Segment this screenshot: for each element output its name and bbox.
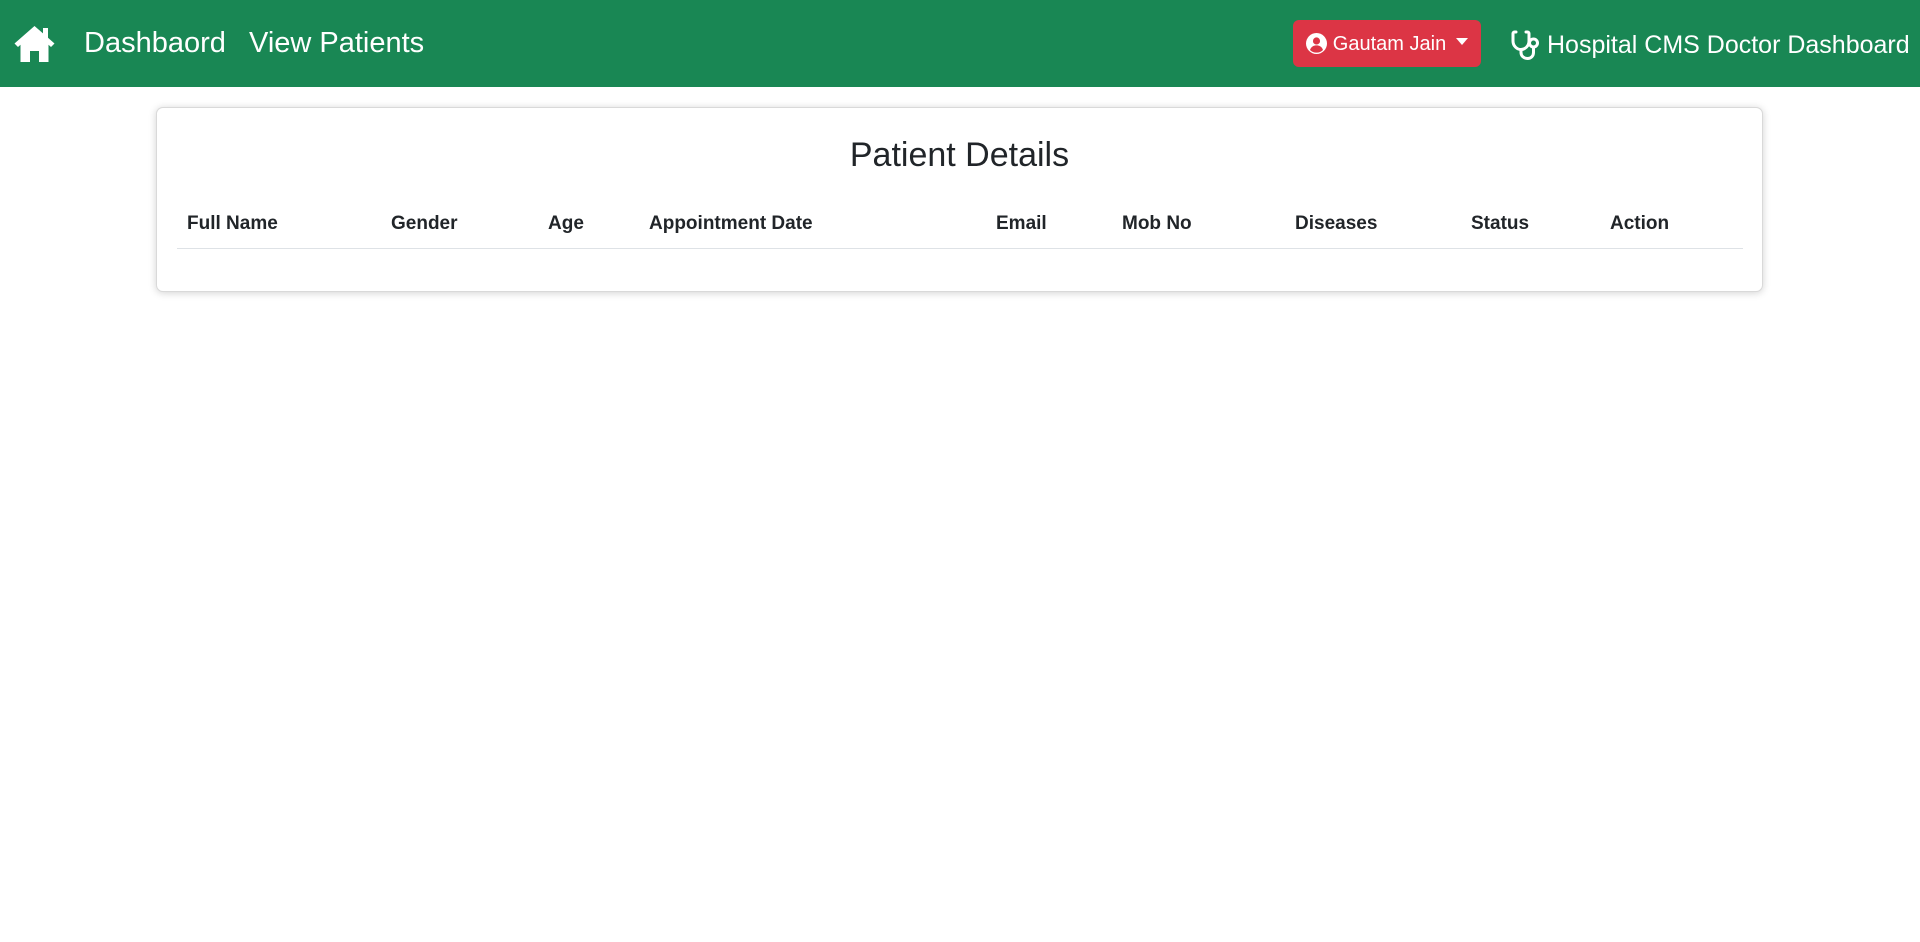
- column-header-status: Status: [1461, 200, 1600, 249]
- home-icon[interactable]: [13, 24, 56, 64]
- column-header-gender: Gender: [381, 200, 538, 249]
- column-header-mob-no: Mob No: [1112, 200, 1285, 249]
- top-navbar: Dashbaord View Patients Gautam Jain Hosp…: [0, 0, 1920, 87]
- column-header-action: Action: [1600, 200, 1743, 249]
- nav-link-dashboard[interactable]: Dashbaord: [84, 22, 226, 64]
- column-header-diseases: Diseases: [1285, 200, 1461, 249]
- table-header-row: Full Name Gender Age Appointment Date Em…: [177, 200, 1743, 249]
- patient-details-card: Patient Details Full Name Gender Age App…: [156, 107, 1763, 292]
- column-header-age: Age: [538, 200, 639, 249]
- column-header-full-name: Full Name: [177, 200, 381, 249]
- patients-table: Full Name Gender Age Appointment Date Em…: [177, 200, 1743, 249]
- column-header-email: Email: [986, 200, 1112, 249]
- brand[interactable]: Hospital CMS Doctor Dashboard: [1511, 26, 1910, 64]
- brand-title: Hospital CMS Doctor Dashboard: [1547, 31, 1910, 59]
- user-menu-dropdown-button[interactable]: Gautam Jain: [1293, 20, 1481, 67]
- page-title: Patient Details: [849, 136, 1070, 174]
- user-circle-icon: [1305, 33, 1327, 54]
- chevron-down-icon: [1456, 38, 1469, 45]
- column-header-appointment-date: Appointment Date: [639, 200, 986, 249]
- user-name: Gautam Jain: [1332, 32, 1447, 55]
- stethoscope-icon: [1511, 30, 1539, 61]
- nav-link-view-patients[interactable]: View Patients: [249, 22, 424, 64]
